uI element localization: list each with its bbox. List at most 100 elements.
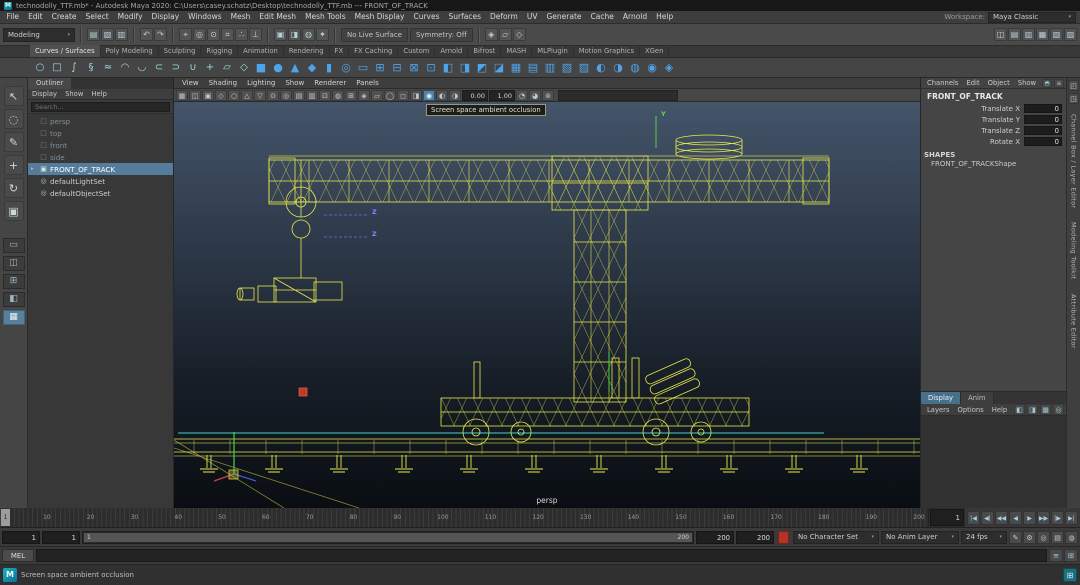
step-forward-key-button[interactable]: ▶▶ — [1037, 511, 1050, 525]
layer-icon-button[interactable]: ◎ — [1053, 404, 1064, 415]
shelf-tab[interactable]: Rigging — [201, 45, 238, 57]
outliner-item[interactable]: □ side — [28, 151, 173, 163]
snap-icon[interactable]: ⌖ — [179, 28, 192, 41]
file-status-icon[interactable]: ▤ — [87, 28, 100, 41]
anim-pref-icon[interactable]: ◎ — [1037, 531, 1050, 544]
shelf-tab[interactable]: Bifrost — [468, 45, 501, 57]
menu-item[interactable]: Display — [147, 11, 184, 23]
viewport-toolbar-icon[interactable]: ▣ — [202, 90, 214, 101]
shelf-icon[interactable]: ▦ — [508, 60, 524, 76]
viewport-toolbar-icon[interactable]: ◐ — [436, 90, 448, 101]
live-surface-indicator[interactable]: No Live Surface — [341, 28, 408, 42]
channel-value-field[interactable]: 0 — [1024, 137, 1062, 146]
layer-editor-tab[interactable]: Display — [921, 392, 961, 404]
shelf-tab[interactable]: FX — [330, 45, 350, 57]
shelf-icon[interactable]: ◧ — [440, 60, 456, 76]
shelf-icon[interactable]: ◪ — [491, 60, 507, 76]
current-time-field[interactable]: 1 — [930, 509, 964, 526]
sidebar-toggle-icon[interactable]: ▦ — [1036, 28, 1049, 41]
Rotate X[interactable]: Rotate X 0 — [921, 136, 1066, 147]
range-slider[interactable]: 1 200 — [82, 531, 694, 544]
viewport-camera-dropdown[interactable] — [558, 90, 678, 101]
layout-split-pane[interactable]: ◧ — [3, 292, 25, 307]
layer-icon-button[interactable]: ◧ — [1014, 404, 1025, 415]
menu-item[interactable]: Edit — [24, 11, 48, 23]
channel-value-field[interactable]: 0 — [1024, 115, 1062, 124]
viewport-toolbar-icon[interactable]: ▱ — [371, 90, 383, 101]
Translate Z[interactable]: Translate Z 0 — [921, 125, 1066, 136]
anim-layer-selector[interactable]: No Anim Layer — [881, 531, 959, 544]
script-editor-icon[interactable]: ≡ — [1049, 549, 1063, 562]
sidebar-toggle-icon[interactable]: ▧ — [1050, 28, 1063, 41]
shelf-icon[interactable]: ⊃ — [168, 60, 184, 76]
animation-start-field[interactable]: 1 — [2, 531, 40, 544]
play-backward-button[interactable]: ◀ — [1009, 511, 1022, 525]
fps-selector[interactable]: 24 fps — [961, 531, 1007, 544]
undo-redo-icon[interactable]: ↷ — [154, 28, 167, 41]
shelf-icon[interactable]: ▨ — [576, 60, 592, 76]
time-slider[interactable]: 1 11020304050607080901001101201301401501… — [0, 508, 929, 527]
channel-box-menu-item[interactable]: Object — [984, 79, 1014, 87]
grid-icon[interactable]: ⊞ — [1063, 568, 1077, 582]
Translate X[interactable]: Translate X 0 — [921, 103, 1066, 114]
shelf-icon[interactable]: § — [83, 60, 99, 76]
layout-two-pane[interactable]: ◫ — [3, 256, 25, 271]
render-icon[interactable]: ◍ — [302, 28, 315, 41]
shelf-icon[interactable]: ⊟ — [389, 60, 405, 76]
expand-arrow-icon[interactable]: ▸ — [31, 166, 37, 172]
sidebar-toggle-icon[interactable]: ▨ — [1064, 28, 1077, 41]
snap-icon[interactable]: ⊥ — [249, 28, 262, 41]
snap-icon[interactable]: ⌗ — [221, 28, 234, 41]
snap-icon[interactable]: ◎ — [193, 28, 206, 41]
layer-editor-menu-item[interactable]: Layers — [923, 406, 954, 414]
shelf-icon[interactable]: ▱ — [219, 60, 235, 76]
outliner-menu-item[interactable]: Help — [87, 90, 111, 98]
shelf-tab[interactable]: Motion Graphics — [574, 45, 640, 57]
layer-editor-menu-item[interactable]: Options — [954, 406, 988, 414]
viewport-toolbar-icon[interactable]: ▽ — [254, 90, 266, 101]
script-editor-icon[interactable]: ⊞ — [1064, 549, 1078, 562]
shelf-icon[interactable]: ▤ — [525, 60, 541, 76]
layout-outliner-persp[interactable]: ▦ — [3, 310, 25, 325]
panel-strip-label[interactable]: Channel Box / Layer Editor — [1070, 114, 1078, 208]
viewport-toolbar-icon[interactable]: ⊞ — [345, 90, 357, 101]
viewport-toolbar-icon[interactable]: ◍ — [332, 90, 344, 101]
viewport-toolbar-icon[interactable]: ◔ — [516, 90, 528, 101]
menu-item[interactable]: Arnold — [618, 11, 651, 23]
snap-icon[interactable]: ⊙ — [207, 28, 220, 41]
menu-item[interactable]: UV — [522, 11, 542, 23]
shelf-tab[interactable]: MASH — [501, 45, 532, 57]
menu-item[interactable]: File — [2, 11, 24, 23]
animation-end-field[interactable]: 200 — [736, 531, 774, 544]
channel-box-corner-icon[interactable]: ≡ — [1054, 79, 1064, 88]
shelf-icon[interactable]: ∪ — [185, 60, 201, 76]
viewport-menu-item[interactable]: View — [177, 79, 204, 87]
auto-keyframe-icon[interactable] — [778, 531, 789, 544]
viewport-menu-item[interactable]: Show — [280, 79, 309, 87]
layer-editor-tab[interactable]: Anim — [961, 392, 993, 404]
character-set-selector[interactable]: No Character Set — [793, 531, 879, 544]
layout-single-pane[interactable]: ▭ — [3, 238, 25, 253]
lasso-tool-icon[interactable]: ◌ — [4, 109, 24, 129]
shelf-tab[interactable]: FX Caching — [349, 45, 398, 57]
shelf-icon[interactable]: ◨ — [457, 60, 473, 76]
viewport-canvas[interactable]: Z Z Y Screen space ambient occlusion per… — [174, 102, 920, 508]
anim-pref-icon[interactable]: ▤ — [1051, 531, 1064, 544]
anim-pref-icon[interactable]: ◍ — [1065, 531, 1078, 544]
viewport-toolbar-icon[interactable]: ◈ — [358, 90, 370, 101]
move-tool-icon[interactable]: + — [4, 155, 24, 175]
shelf-icon[interactable]: □ — [49, 60, 65, 76]
snap-icon[interactable]: ∴ — [235, 28, 248, 41]
gamma-field[interactable]: 1.00 — [489, 90, 515, 101]
shelf-icon[interactable]: ⊂ — [151, 60, 167, 76]
shelf-tab[interactable]: Custom — [398, 45, 435, 57]
workspace-selector[interactable]: Maya Classic — [988, 12, 1076, 23]
selected-object-name[interactable]: FRONT_OF_TRACK — [921, 89, 1066, 103]
menu-item[interactable]: Mesh Display — [350, 11, 409, 23]
shelf-icon[interactable]: ◈ — [661, 60, 677, 76]
panel-strip-label[interactable]: Attribute Editor — [1070, 294, 1078, 349]
Translate Y[interactable]: Translate Y 0 — [921, 114, 1066, 125]
anim-pref-icon[interactable]: ✎ — [1009, 531, 1022, 544]
viewport-toolbar-icon[interactable]: ⊙ — [267, 90, 279, 101]
layout-four-pane[interactable]: ⊞ — [3, 274, 25, 289]
